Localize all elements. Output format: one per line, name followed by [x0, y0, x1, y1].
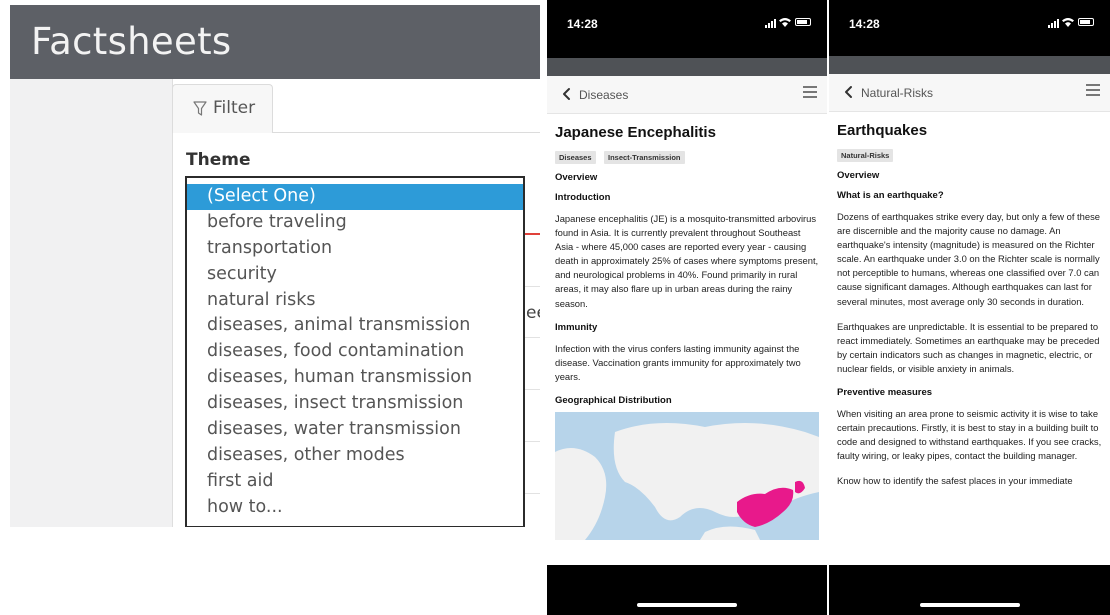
menu-icon[interactable]	[803, 86, 817, 99]
signal-icon	[774, 19, 776, 28]
distribution-map	[555, 411, 819, 540]
section-heading: Overview	[555, 172, 598, 183]
factsheets-web-panel: Factsheets Filter Theme ee (Select One) …	[10, 5, 540, 527]
filter-icon	[193, 101, 207, 116]
menu-icon[interactable]	[1086, 84, 1100, 97]
signal-icon	[765, 25, 767, 28]
back-chevron-icon[interactable]	[843, 85, 855, 99]
nav-bar: Natural-Risks	[829, 74, 1110, 112]
option-diseases-food[interactable]: diseases, food contamination	[187, 339, 523, 365]
section-heading: What is an earthquake?	[837, 190, 944, 201]
option-diseases-other[interactable]: diseases, other modes	[187, 443, 523, 469]
status-time: 14:28	[849, 17, 880, 31]
option-first-aid[interactable]: first aid	[187, 469, 523, 495]
tag[interactable]: Diseases	[555, 151, 596, 164]
paragraph: Know how to identify the safest places i…	[837, 475, 1073, 487]
home-indicator[interactable]	[637, 603, 737, 607]
theme-label: Theme	[186, 150, 251, 170]
row-divider	[525, 337, 540, 338]
signal-icon	[1051, 23, 1053, 28]
option-how-to[interactable]: how to...	[187, 495, 523, 521]
battery-icon	[795, 18, 811, 26]
option-diseases-human[interactable]: diseases, human transmission	[187, 365, 523, 391]
section-heading: Immunity	[555, 321, 598, 333]
nav-bar: Diseases	[547, 76, 827, 114]
signal-icon	[768, 23, 770, 28]
battery-icon	[1078, 18, 1094, 26]
row-divider	[525, 441, 540, 442]
section-heading: Geographical Distribution	[555, 394, 672, 406]
status-icons	[765, 16, 815, 28]
row-divider	[525, 493, 540, 494]
tag[interactable]: Insect-Transmission	[603, 151, 685, 164]
phone-screen: Natural-Risks Earthquakes Natural-Risks …	[829, 74, 1110, 565]
option-before-traveling[interactable]: before traveling	[187, 210, 523, 236]
tab-divider	[273, 132, 540, 133]
phone-earthquakes: 14:28 Natural-Risks Earthquakes Natural-…	[829, 0, 1110, 615]
signal-icon	[771, 21, 773, 28]
section-heading: Preventive measures	[837, 387, 933, 399]
back-chevron-icon[interactable]	[561, 87, 573, 101]
phone-screen: Diseases Japanese Encephalitis Diseases …	[547, 76, 827, 565]
wifi-icon	[779, 18, 791, 27]
paragraph: Earthquakes are unpredictable. It is ess…	[837, 320, 1100, 374]
tab-filter-label: Filter	[213, 98, 256, 118]
tag-list: Diseases Insect-Transmission	[555, 147, 819, 164]
paragraph: Infection with the virus confers lasting…	[555, 342, 801, 382]
status-time: 14:28	[567, 17, 598, 31]
phone-japanese-encephalitis: 14:28 Diseases Japanese Encephalitis Dis…	[547, 0, 827, 615]
web-header: Factsheets	[10, 5, 540, 79]
theme-select-dropdown[interactable]: (Select One) before traveling transporta…	[185, 176, 525, 527]
row-divider	[525, 286, 540, 287]
section-heading: Introduction	[555, 192, 611, 203]
paragraph: When visiting an area prone to seismic a…	[837, 408, 1102, 462]
article-title: Japanese Encephalitis	[555, 124, 716, 141]
toolbar-strip	[547, 58, 827, 76]
option-diseases-insect[interactable]: diseases, insect transmission	[187, 391, 523, 417]
paragraph: Dozens of earthquakes strike every day, …	[837, 211, 1100, 307]
tag[interactable]: Natural-Risks	[837, 149, 894, 162]
option-transportation[interactable]: transportation	[187, 236, 523, 262]
home-indicator[interactable]	[919, 603, 1020, 607]
back-label[interactable]: Natural-Risks	[861, 86, 933, 100]
tab-filter[interactable]: Filter	[172, 84, 273, 133]
option-security[interactable]: security	[187, 262, 523, 288]
signal-icon	[1054, 21, 1056, 28]
status-icons	[1048, 16, 1098, 28]
active-row-indicator	[525, 233, 540, 235]
article: Japanese Encephalitis Diseases Insect-Tr…	[555, 124, 819, 540]
option-diseases-water[interactable]: diseases, water transmission	[187, 417, 523, 443]
paragraph: Japanese encephalitis (JE) is a mosquito…	[555, 213, 819, 309]
wifi-icon	[1062, 18, 1074, 27]
option-select-one[interactable]: (Select One)	[187, 184, 523, 210]
toolbar-strip	[829, 56, 1110, 74]
world-map-graphic	[555, 411, 819, 540]
back-label[interactable]: Diseases	[579, 88, 628, 102]
signal-icon	[1048, 25, 1050, 28]
signal-icon	[1057, 19, 1059, 28]
row-divider	[525, 389, 540, 390]
tag-list: Natural-Risks	[837, 145, 1102, 162]
option-diseases-animal[interactable]: diseases, animal transmission	[187, 313, 523, 339]
page-title: Factsheets	[31, 20, 232, 63]
article: Earthquakes Natural-Risks Overview What …	[837, 122, 1102, 500]
option-natural-risks[interactable]: natural risks	[187, 288, 523, 314]
section-heading: Overview	[837, 170, 880, 181]
clipped-row-text: ee	[526, 303, 540, 323]
article-title: Earthquakes	[837, 122, 928, 139]
